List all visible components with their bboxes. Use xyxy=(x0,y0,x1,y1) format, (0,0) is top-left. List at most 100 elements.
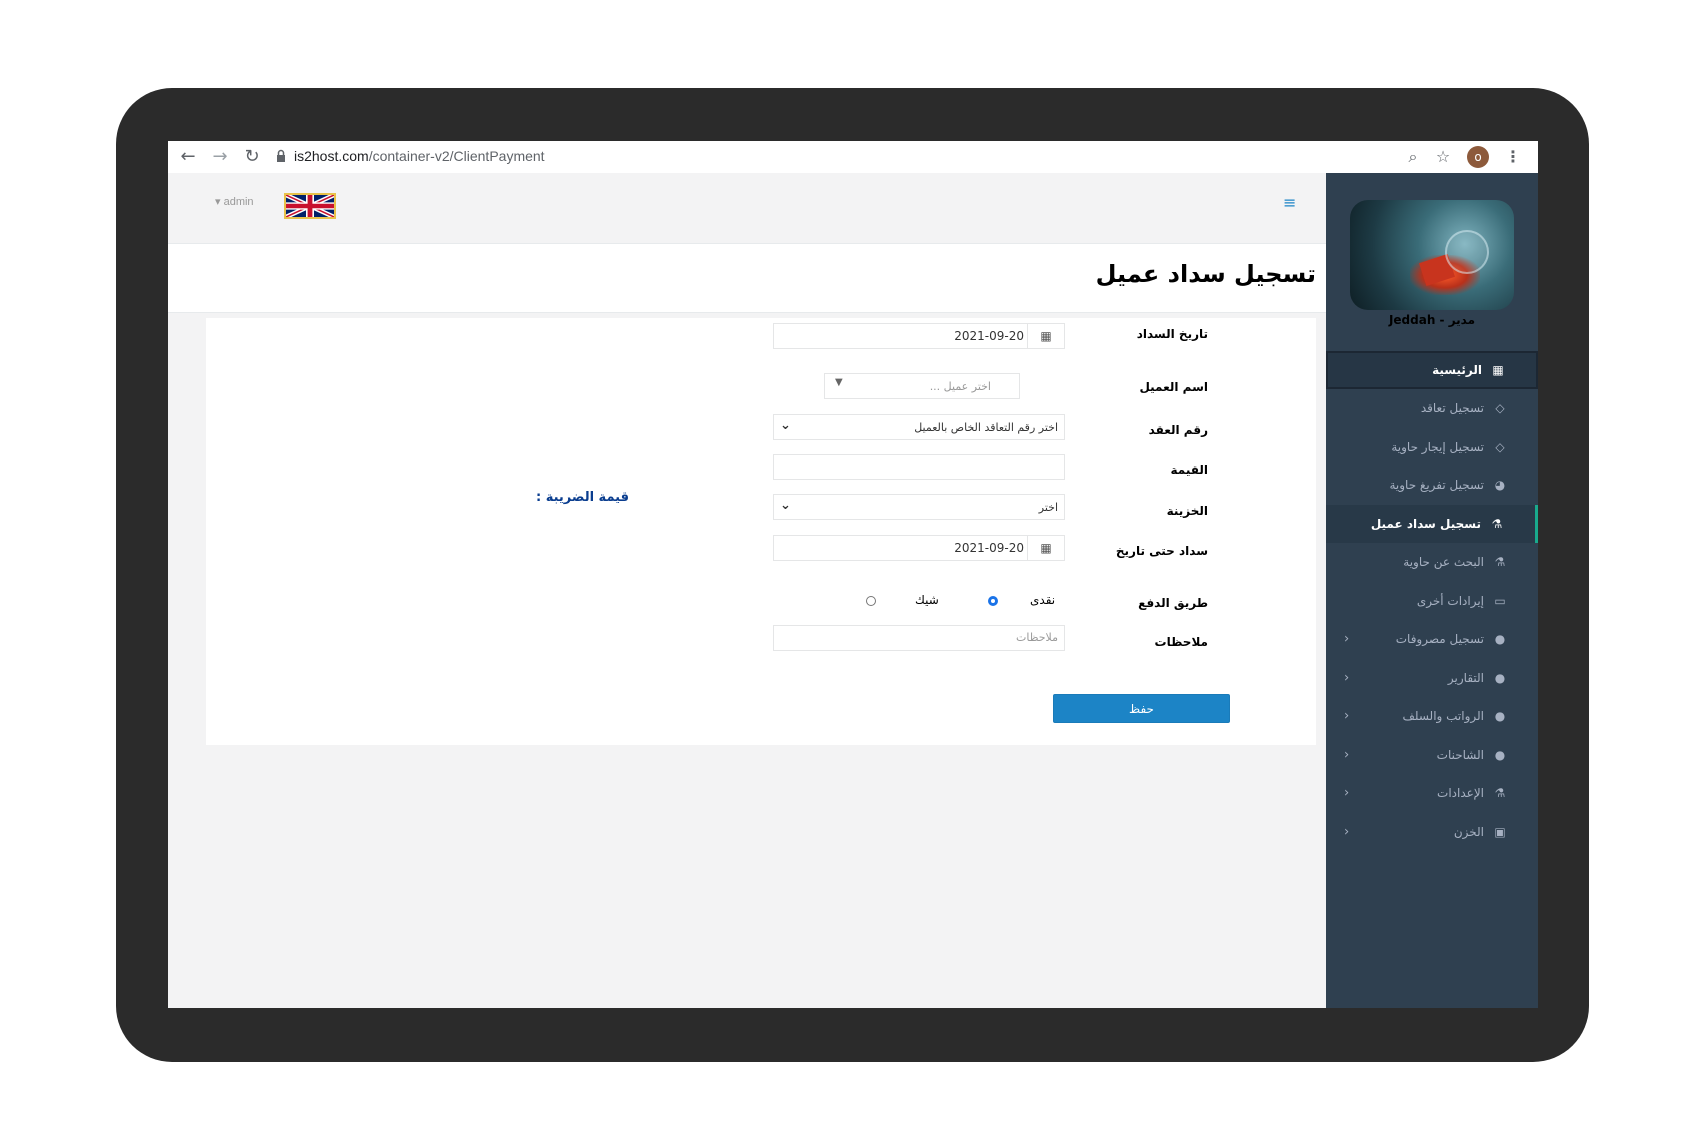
flask-icon: ⚗ xyxy=(1494,786,1506,801)
sidebar-item-container-unloading[interactable]: ◕ تسجيل تفريغ حاوية xyxy=(1326,466,1538,505)
cheque-radio[interactable] xyxy=(866,596,876,606)
diamond-icon: ◇ xyxy=(1495,401,1505,416)
flask-icon: ⚗ xyxy=(1491,516,1503,531)
sidebar-item-reports[interactable]: ● التقارير ‹ xyxy=(1326,659,1538,698)
payment-date-value: 2021-09-20 xyxy=(954,329,1024,343)
sidebar-item-settings[interactable]: ⚗ الإعدادات ‹ xyxy=(1326,774,1538,813)
paid-until-input[interactable]: 2021-09-20 ▦ xyxy=(773,535,1065,561)
sidebar-item-label: الخزن xyxy=(1453,824,1484,839)
sidebar-menu: ▦ الرئيسية ◇ تسجيل تعاقد ◇ تسجيل إيجار ح… xyxy=(1326,351,1538,851)
grid-icon: ▦ xyxy=(1492,363,1504,377)
treasury-label: الخزينة xyxy=(1166,504,1208,518)
sidebar-item-label: تسجيل سداد عميل xyxy=(1370,516,1481,531)
sidebar-item-container-rental[interactable]: ◇ تسجيل إيجار حاوية xyxy=(1326,428,1538,467)
paid-until-label: سداد حتى تاريخ xyxy=(1115,544,1208,558)
cash-radio-label: نقدى xyxy=(1030,593,1056,607)
user-name: admin xyxy=(223,196,254,208)
globe-icon: ● xyxy=(1494,747,1506,762)
sidebar-item-label: الرواتب والسلف xyxy=(1402,709,1484,724)
sidebar-item-trucks[interactable]: ● الشاحنات ‹ xyxy=(1326,736,1538,775)
calendar-icon[interactable]: ▦ xyxy=(1027,324,1064,348)
treasury-select[interactable]: اختر ⌄ xyxy=(773,494,1065,520)
chevron-left-icon: ‹ xyxy=(1344,708,1350,724)
chevron-left-icon: ‹ xyxy=(1344,824,1350,840)
back-arrow-icon[interactable]: ← xyxy=(176,145,200,169)
url-host: is2host.com xyxy=(294,148,369,164)
page-title: تسجيل سداد عميل xyxy=(1095,260,1316,288)
payment-date-label: تاريخ السداد xyxy=(1136,327,1208,341)
amount-label: القيمة xyxy=(1170,463,1208,477)
pie-chart-icon: ◕ xyxy=(1494,478,1506,493)
client-select-placeholder: اختر عميل ... xyxy=(929,380,991,393)
notes-placeholder: ملاحظات xyxy=(1016,631,1058,644)
cheque-radio-label: شيك xyxy=(915,593,939,607)
calendar-icon[interactable]: ▦ xyxy=(1027,536,1064,560)
sidebar-item-label: تسجيل تفريغ حاوية xyxy=(1389,478,1484,493)
chevron-left-icon: ‹ xyxy=(1344,747,1350,763)
paid-until-value: 2021-09-20 xyxy=(954,541,1024,555)
sidebar-item-contract-registration[interactable]: ◇ تسجيل تعاقد xyxy=(1326,389,1538,428)
url-path: /container-v2/ClientPayment xyxy=(368,148,545,164)
payment-method-label: طريق الدفع xyxy=(1138,596,1208,610)
sidebar-item-label: تسجيل مصروفات xyxy=(1395,632,1484,647)
sidebar-item-label: الشاحنات xyxy=(1436,747,1484,762)
sidebar-item-home[interactable]: ▦ الرئيسية xyxy=(1326,351,1538,389)
sidebar-item-label: البحث عن حاوية xyxy=(1403,555,1484,570)
address-bar[interactable]: is2host.com/container-v2/ClientPayment xyxy=(294,148,545,164)
chevron-down-icon: ⌄ xyxy=(780,498,791,513)
globe-icon: ● xyxy=(1494,670,1506,685)
sidebar-item-client-payment[interactable]: ⚗ تسجيل سداد عميل xyxy=(1326,504,1538,543)
cash-radio[interactable] xyxy=(988,596,998,606)
chevron-left-icon: ‹ xyxy=(1344,670,1350,686)
sidebar-item-other-revenue[interactable]: ▭ إيرادات أخرى xyxy=(1326,582,1538,621)
treasury-value: اختر xyxy=(1038,501,1058,514)
hamburger-menu-icon[interactable]: ≡ xyxy=(1283,193,1297,212)
chevron-left-icon: ‹ xyxy=(1344,631,1350,647)
profile-avatar[interactable]: o xyxy=(1467,146,1489,168)
kebab-menu-icon[interactable]: ⋮ xyxy=(1501,145,1525,169)
zoom-icon[interactable]: ⌕ xyxy=(1401,145,1425,169)
tax-value-label: قيمة الضريبة : xyxy=(536,490,629,505)
sidebar-item-container-search[interactable]: ⚗ البحث عن حاوية xyxy=(1326,543,1538,582)
sidebar-item-expenses[interactable]: ● تسجيل مصروفات ‹ xyxy=(1326,620,1538,659)
contract-number-value: اختر رقم التعاقد الخاص بالعميل xyxy=(914,421,1058,434)
caret-down-icon: ▼ xyxy=(835,377,843,388)
sidebar: Jeddah - مدير ▦ الرئيسية ◇ تسجيل تعاقد ◇… xyxy=(1326,173,1538,1008)
chevron-down-icon: ⌄ xyxy=(780,418,791,433)
browser-toolbar: ← → ↻ is2host.com/container-v2/ClientPay… xyxy=(168,141,1538,174)
money-icon: ▣ xyxy=(1494,824,1506,839)
notes-label: ملاحظات xyxy=(1154,635,1208,649)
browser-screen: ← → ↻ is2host.com/container-v2/ClientPay… xyxy=(168,141,1538,1008)
page-heading: تسجيل سداد عميل xyxy=(168,244,1326,313)
amount-input[interactable] xyxy=(773,454,1065,480)
notes-input[interactable]: ملاحظات xyxy=(773,625,1065,651)
sidebar-item-label: إيرادات أخرى xyxy=(1416,593,1484,608)
forward-arrow-icon[interactable]: → xyxy=(208,145,232,169)
sidebar-item-label: تسجيل تعاقد xyxy=(1420,401,1484,416)
user-dropdown[interactable]: ▾ admin xyxy=(215,195,254,208)
sidebar-item-salaries[interactable]: ● الرواتب والسلف ‹ xyxy=(1326,697,1538,736)
sidebar-item-label: الإعدادات xyxy=(1437,786,1484,801)
globe-icon: ● xyxy=(1494,709,1506,724)
globe-icon: ● xyxy=(1494,632,1506,647)
reload-icon[interactable]: ↻ xyxy=(240,145,264,169)
client-select[interactable]: اختر عميل ... ▼ xyxy=(824,373,1020,399)
sidebar-item-label: الرئيسية xyxy=(1432,363,1482,377)
top-navbar: ≡ ▾ admin xyxy=(168,173,1326,244)
payment-date-input[interactable]: 2021-09-20 ▦ xyxy=(773,323,1065,349)
chevron-left-icon: ‹ xyxy=(1344,785,1350,801)
contract-number-select[interactable]: اختر رقم التعاقد الخاص بالعميل ⌄ xyxy=(773,414,1065,440)
sidebar-item-treasuries[interactable]: ▣ الخزن ‹ xyxy=(1326,813,1538,852)
desktop-icon: ▭ xyxy=(1494,593,1506,608)
uk-flag-icon[interactable] xyxy=(284,193,336,219)
save-button[interactable]: حفظ xyxy=(1053,694,1230,723)
sidebar-item-label: التقارير xyxy=(1447,670,1484,685)
client-name-label: اسم العميل xyxy=(1139,380,1208,394)
profile-name: Jeddah - مدير xyxy=(1388,313,1476,327)
diamond-icon: ◇ xyxy=(1495,439,1505,454)
flask-icon: ⚗ xyxy=(1494,555,1506,570)
contract-number-label: رقم العقد xyxy=(1148,423,1208,437)
profile-image xyxy=(1350,200,1514,310)
star-icon[interactable]: ☆ xyxy=(1431,145,1455,169)
sidebar-item-label: تسجيل إيجار حاوية xyxy=(1391,439,1484,454)
